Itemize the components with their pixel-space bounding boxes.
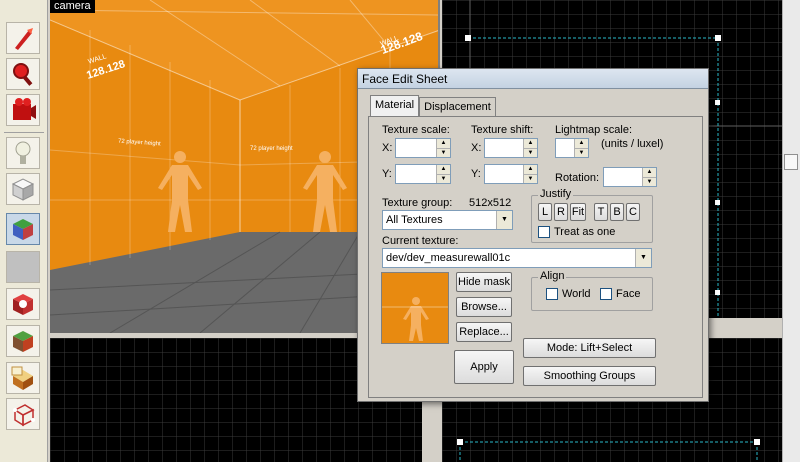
tools-toolbar (0, 0, 48, 462)
dialog-title[interactable]: Face Edit Sheet (358, 69, 708, 89)
texture-size-label: 512x512 (469, 197, 512, 209)
rotation-spinner[interactable]: ▲ ▼ (642, 168, 656, 186)
entity-tool-icon[interactable] (6, 137, 40, 169)
smoothing-groups-button[interactable]: Smoothing Groups (523, 366, 656, 386)
lightmap-scale-label: Lightmap scale: (555, 124, 633, 136)
texture-application-tool-icon[interactable] (6, 213, 40, 245)
texture-group-select[interactable]: All Textures ▼ (382, 210, 513, 230)
texture-shift-x-input[interactable]: ▲ ▼ (484, 138, 538, 158)
texture-shift-y-input[interactable]: ▲ ▼ (484, 164, 538, 184)
tab-bar: Material Displacement (370, 95, 496, 116)
vertical-scrollbar[interactable] (782, 0, 800, 462)
tab-displacement[interactable]: Displacement (419, 97, 496, 116)
justify-group-title: Justify (538, 188, 574, 200)
tab-material[interactable]: Material (370, 95, 420, 116)
rotation-label: Rotation: (555, 172, 600, 184)
checkbox-box[interactable] (546, 288, 558, 300)
align-face-checkbox[interactable]: Face (600, 288, 640, 300)
lightmap-units-label: (units / luxel) (601, 138, 664, 150)
apply-button[interactable]: Apply (454, 350, 514, 384)
current-texture-select[interactable]: dev/dev_measurewall01c ▼ (382, 248, 652, 268)
texture-scale-y-input[interactable]: ▲ ▼ (395, 164, 451, 184)
replace-button[interactable]: Replace... (456, 322, 512, 342)
justify-left-button[interactable]: L (538, 203, 552, 221)
magnify-tool-icon[interactable] (6, 58, 40, 90)
texture-shift-x-spinner[interactable]: ▲ ▼ (523, 139, 537, 157)
clipping-tool-icon[interactable] (6, 325, 40, 357)
align-world-checkbox[interactable]: World (546, 288, 591, 300)
material-panel: Texture scale: X: ▲ ▼ Y: ▲ ▼ Texture shift… (368, 116, 703, 398)
justify-group: Justify L R Fit T B C Treat as one (531, 188, 653, 243)
shift-y-label: Y: (471, 168, 481, 180)
texture-scale-label: Texture scale: (382, 124, 450, 136)
texture-group-label: Texture group: (382, 197, 453, 209)
align-face-label: Face (616, 288, 641, 300)
align-group-title: Align (538, 270, 567, 282)
face-edit-sheet-dialog: Face Edit Sheet Material Displacement Te… (357, 68, 709, 402)
apply-decal-tool-icon[interactable] (6, 251, 40, 283)
texture-preview-image (381, 272, 449, 344)
scale-x-label: X: (382, 142, 393, 154)
vertex-manipulation-tool-icon[interactable] (6, 362, 40, 394)
lightmap-scale-input[interactable]: ▲ ▼ (555, 138, 589, 158)
checkbox-box[interactable] (538, 226, 550, 238)
lightmap-scale-spinner[interactable]: ▲ ▼ (574, 139, 588, 157)
path-tool-icon[interactable] (6, 398, 40, 430)
scale-y-label: Y: (382, 168, 392, 180)
chevron-down-icon[interactable]: ▼ (496, 211, 512, 229)
overlay-tool-icon[interactable] (6, 288, 40, 320)
chevron-down-icon[interactable]: ▼ (635, 249, 651, 267)
mode-button[interactable]: Mode: Lift+Select (523, 338, 656, 358)
texture-shift-label: Texture shift: (471, 124, 534, 136)
checkbox-box[interactable] (600, 288, 612, 300)
justify-fit-button[interactable]: Fit (570, 203, 586, 221)
treat-as-one-checkbox[interactable]: Treat as one (538, 226, 615, 238)
scrollbar-thumb[interactable] (784, 154, 798, 170)
justify-right-button[interactable]: R (554, 203, 568, 221)
texture-scale-x-input[interactable]: ▲ ▼ (395, 138, 451, 158)
texture-scale-y-spinner[interactable]: ▲ ▼ (436, 165, 450, 183)
justify-center-button[interactable]: C (626, 203, 640, 221)
justify-bottom-button[interactable]: B (610, 203, 624, 221)
align-world-label: World (562, 288, 591, 300)
treat-as-one-label: Treat as one (554, 226, 616, 238)
shift-x-label: X: (471, 142, 482, 154)
player-height-label-right: 72 player height (250, 146, 293, 152)
texture-scale-x-spinner[interactable]: ▲ ▼ (436, 139, 450, 157)
justify-top-button[interactable]: T (594, 203, 608, 221)
current-texture-label: Current texture: (382, 235, 459, 247)
rotation-input[interactable]: ▲ ▼ (603, 167, 657, 187)
selection-tool-icon[interactable] (6, 22, 40, 54)
hide-mask-button[interactable]: Hide mask (456, 272, 512, 292)
texture-shift-y-spinner[interactable]: ▲ ▼ (523, 165, 537, 183)
camera-tool-icon[interactable] (6, 94, 40, 126)
texture-group-value: All Textures (386, 214, 443, 226)
browse-button[interactable]: Browse... (456, 297, 512, 317)
current-texture-value: dev/dev_measurewall01c (386, 252, 511, 264)
align-group: Align World Face (531, 270, 653, 311)
camera-view-label: camera (50, 0, 95, 13)
block-tool-icon[interactable] (6, 173, 40, 205)
